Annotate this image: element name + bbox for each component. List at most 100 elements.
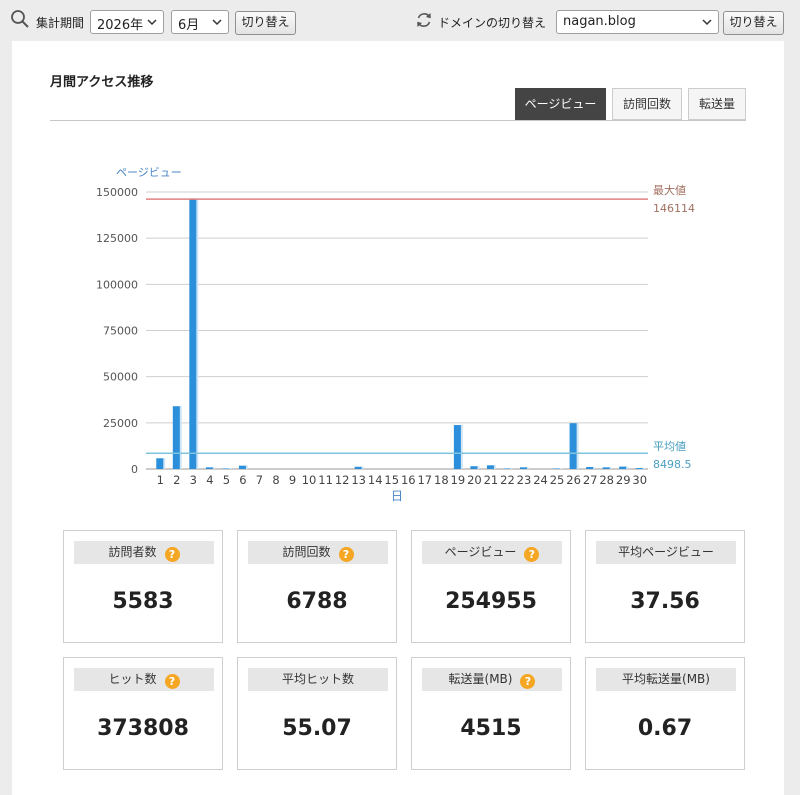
- stat-label: 平均転送量(MB): [596, 668, 736, 691]
- bar-shadow: [477, 466, 480, 469]
- refresh-icon: [417, 13, 431, 27]
- stat-value: 37.56: [630, 589, 700, 614]
- pageview-bar-chart: 0 25000 50000 75000 100000 125000 150000 ページビュー…: [96, 166, 695, 503]
- bar-day-1: [156, 458, 165, 469]
- stat-label: 訪問回数?: [248, 541, 388, 564]
- x-tick-label: 8: [272, 473, 279, 487]
- x-tick-label: 20: [467, 473, 482, 487]
- stat-card-avg-pageviews: 平均ページビュー 37.56: [585, 530, 745, 643]
- bar-day-3: [189, 199, 198, 469]
- stat-card-avg-transfer: 平均転送量(MB) 0.67: [585, 657, 745, 770]
- bar-shadow: [212, 467, 215, 469]
- help-icon[interactable]: ?: [524, 547, 540, 562]
- x-tick-label: 3: [190, 473, 197, 487]
- y-tick-label: 0: [131, 463, 138, 476]
- y-axis-title: ページビュー: [116, 166, 182, 179]
- y-tick-label: 25000: [103, 417, 138, 430]
- bar-day-26: [569, 423, 578, 469]
- stat-value: 0.67: [637, 716, 693, 741]
- bar-shadow: [196, 199, 199, 469]
- stat-value: 55.07: [282, 716, 352, 741]
- x-tick-label: 29: [616, 473, 631, 487]
- x-tick-label: 16: [401, 473, 416, 487]
- y-tick-label: 75000: [103, 325, 138, 338]
- bar-day-5: [222, 468, 231, 469]
- x-tick-label: 19: [451, 473, 466, 487]
- bar-day-13: [354, 466, 363, 469]
- search-icon: [11, 10, 29, 28]
- domain-select[interactable]: nagan.blog: [556, 10, 719, 34]
- bar-day-19: [453, 425, 462, 469]
- stat-value: 6788: [286, 589, 348, 614]
- stat-label-text: 訪問者数: [108, 545, 157, 559]
- bar-shadow: [560, 468, 563, 469]
- bar-day-2: [172, 406, 181, 469]
- x-tick-label: 5: [223, 473, 230, 487]
- max-line-label: 最大値: [653, 183, 686, 197]
- help-icon[interactable]: ?: [520, 674, 536, 689]
- bar-shadow: [593, 466, 596, 469]
- bar-day-23: [520, 467, 528, 469]
- bar-day-30: [635, 468, 644, 469]
- x-tick-label: 28: [599, 473, 614, 487]
- x-tick-label: 14: [368, 473, 383, 487]
- x-tick-label: 23: [517, 473, 532, 487]
- bar-shadow: [163, 458, 166, 469]
- avg-line-label: 平均値: [653, 440, 686, 453]
- bar-day-6: [238, 465, 247, 469]
- x-tick-label: 24: [533, 473, 548, 487]
- bar-shadow: [460, 425, 463, 469]
- max-line-value: 146114: [653, 202, 695, 215]
- x-tick-label: 13: [351, 473, 366, 487]
- stat-label: 訪問者数?: [74, 541, 214, 564]
- stat-value: 5583: [112, 589, 174, 614]
- stat-label-text: 平均ヒット数: [281, 672, 354, 686]
- y-tick-label: 150000: [96, 186, 138, 199]
- stat-label: 転送量(MB)?: [422, 668, 562, 691]
- stat-label-text: 訪問回数: [282, 545, 331, 559]
- x-tick-label: 30: [632, 473, 647, 487]
- year-select[interactable]: 2026年: [90, 10, 164, 34]
- stat-label-text: 転送量(MB): [448, 672, 513, 686]
- x-tick-label: 12: [335, 473, 350, 487]
- filter-bar: 集計期間 2026年 6月 切り替え ドメインの切り替え nagan.blog …: [0, 0, 800, 40]
- x-tick-label: 1: [157, 473, 164, 487]
- bar-day-20: [470, 466, 479, 469]
- month-select[interactable]: 6月: [171, 10, 229, 34]
- x-tick-label: 26: [566, 473, 581, 487]
- y-tick-label: 125000: [96, 232, 138, 245]
- stat-card-visitors: 訪問者数? 5583: [63, 530, 223, 643]
- domain-select-value: nagan.blog: [563, 14, 636, 29]
- x-tick-label: 17: [417, 473, 432, 487]
- x-axis-title: 日: [391, 489, 403, 503]
- stat-value: 254955: [445, 589, 537, 614]
- stat-card-hits: ヒット数? 373808: [63, 657, 223, 770]
- y-tick-label: 50000: [103, 371, 138, 384]
- stat-card-transfer: 転送量(MB)? 4515: [411, 657, 571, 770]
- bar-shadow: [576, 423, 579, 469]
- bar-day-25: [553, 468, 562, 469]
- y-tick-label: 100000: [96, 278, 138, 291]
- stat-card-pageviews: ページビュー? 254955: [411, 530, 571, 643]
- bar-shadow: [361, 466, 364, 469]
- help-icon[interactable]: ?: [164, 674, 180, 689]
- x-tick-label: 25: [550, 473, 565, 487]
- bar-shadow: [493, 465, 496, 469]
- bar-day-4: [205, 467, 214, 469]
- bar-shadow: [510, 468, 513, 469]
- domain-label: ドメインの切り替え: [438, 16, 547, 30]
- avg-line-value: 8498.5: [653, 458, 692, 471]
- period-switch-button[interactable]: 切り替え: [235, 11, 296, 35]
- help-icon[interactable]: ?: [164, 547, 180, 562]
- bar-day-27: [586, 466, 595, 469]
- chevron-down-icon: [212, 19, 222, 26]
- main-panel: 月間アクセス推移 ページビュー 訪問回数 転送量 0 25000 50000 7500…: [12, 41, 784, 795]
- bar-shadow: [229, 468, 232, 469]
- bar-shadow: [642, 468, 645, 469]
- x-tick-label: 2: [173, 473, 180, 487]
- x-tick-label: 27: [583, 473, 598, 487]
- x-tick-label: 11: [318, 473, 333, 487]
- domain-switch-button[interactable]: 切り替え: [723, 11, 784, 35]
- help-icon[interactable]: ?: [338, 547, 354, 562]
- x-tick-label: 10: [302, 473, 317, 487]
